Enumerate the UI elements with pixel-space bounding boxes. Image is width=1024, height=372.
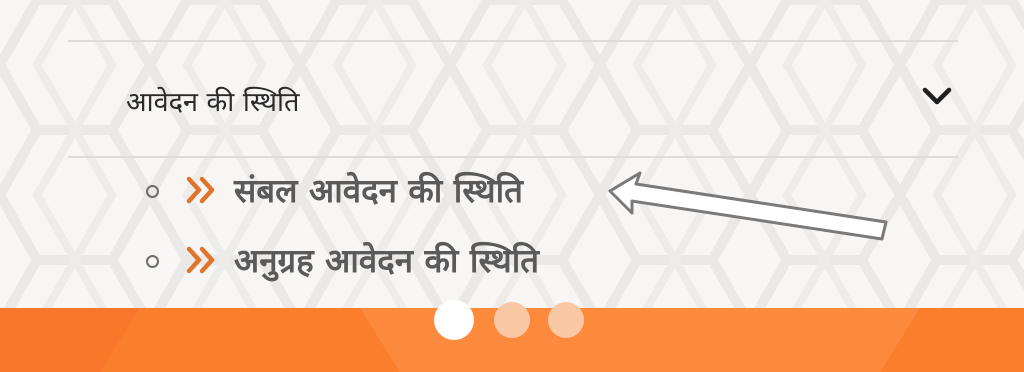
bullet-icon (146, 255, 159, 268)
anugrah-status-link[interactable]: अनुग्रह आवेदन की स्थिति (234, 237, 539, 282)
sambal-status-link[interactable]: संबल आवेदन की स्थिति (234, 167, 523, 212)
accordion-title: आवेदन की स्थिति (126, 87, 300, 118)
carousel-indicators (432, 296, 592, 340)
carousel-dot-active[interactable] (434, 300, 474, 340)
carousel-dot[interactable] (494, 302, 530, 338)
arrow-left-icon (608, 171, 888, 241)
carousel-dot[interactable] (548, 302, 584, 338)
bullet-icon (146, 185, 159, 198)
double-chevron-right-icon (186, 176, 215, 204)
application-status-accordion[interactable]: आवेदन की स्थिति (68, 40, 958, 158)
double-chevron-right-icon (186, 246, 215, 274)
chevron-down-icon[interactable] (922, 86, 952, 108)
